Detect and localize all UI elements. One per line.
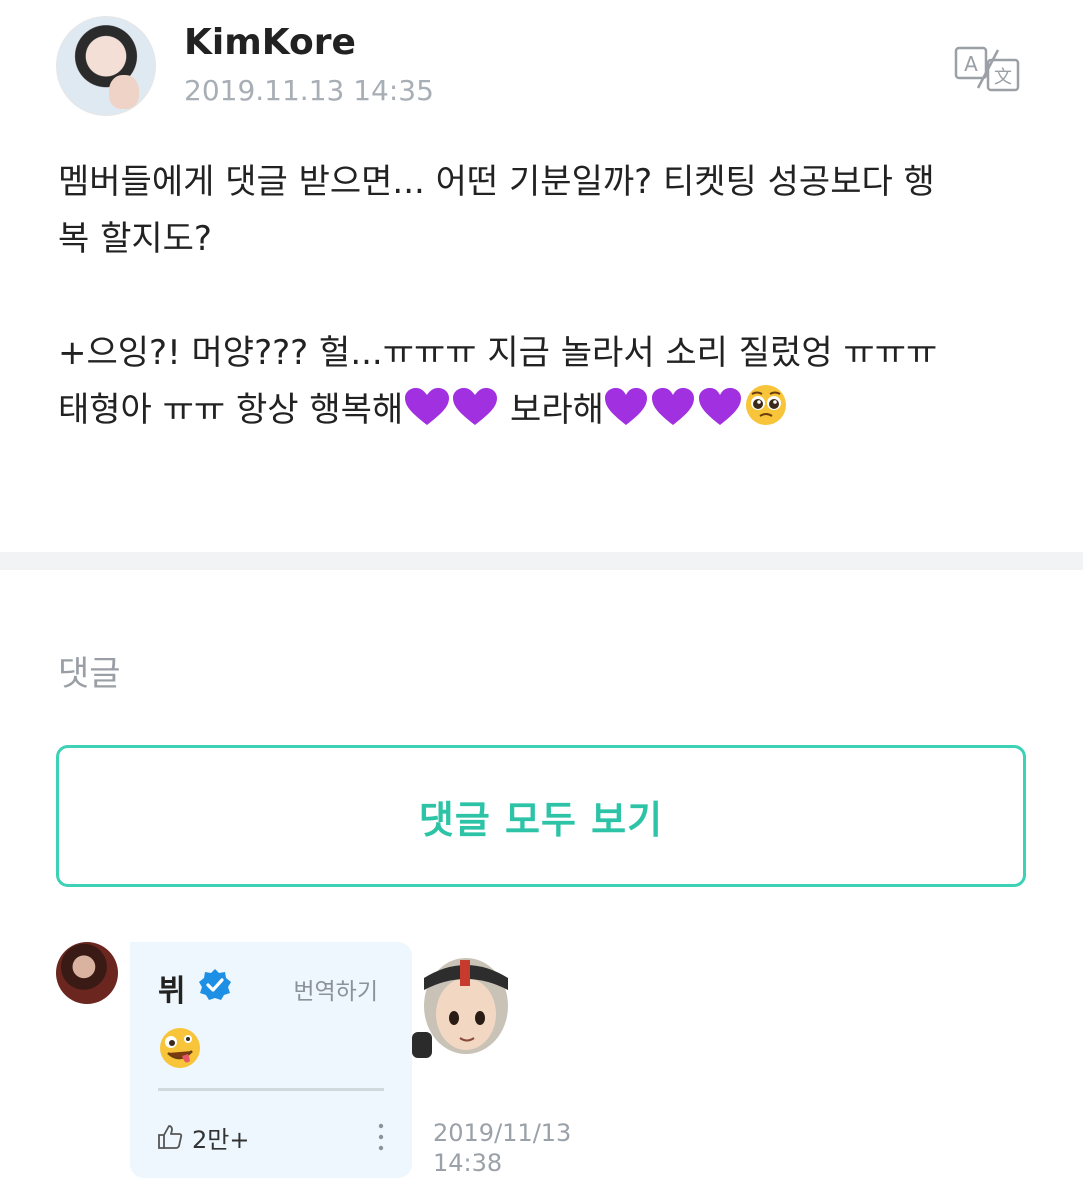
comment-timestamp: 2019/11/13 14:38 [433, 1118, 593, 1178]
comment-bubble: 뷔 번역하기 2만+ [130, 942, 412, 1178]
comment-translate-button[interactable]: 번역하기 [293, 972, 378, 1006]
comment-date: 2019/11/13 [433, 1119, 572, 1147]
like-count: 2만+ [192, 1125, 250, 1154]
post-text-line-with-emoji: 태형아 ㅠㅠ 항상 행복해 보라해 [58, 382, 1038, 445]
post-timestamp: 2019.11.13 14:35 [184, 74, 434, 107]
purple-heart-icon [403, 387, 499, 445]
post-text: 태형아 ㅠㅠ 항상 행복해 [58, 390, 404, 430]
post-text-line: 멤버들에게 댓글 받으면... 어떤 기분일까? 티켓팅 성공보다 행 [58, 162, 935, 202]
like-button[interactable]: 2만+ [156, 1120, 249, 1154]
character-sticker [412, 958, 508, 1058]
svg-text:A: A [964, 52, 978, 76]
post-text-line: 복 할지도? [58, 219, 212, 259]
pleading-face-icon [744, 383, 788, 445]
post-text-line: +으잉?! 머양??? 헐...ㅠㅠㅠ 지금 놀라서 소리 질렀엉 ㅠㅠㅠ [58, 333, 938, 373]
purple-heart-icon [604, 387, 744, 445]
comment-separator [158, 1088, 384, 1091]
more-options-icon[interactable] [376, 1120, 386, 1154]
view-all-comments-button[interactable]: 댓글 모두 보기 [56, 745, 1026, 887]
author-avatar[interactable] [56, 16, 156, 116]
post-body: 멤버들에게 댓글 받으면... 어떤 기분일까? 티켓팅 성공보다 행 복 할지… [58, 154, 1038, 445]
comments-heading: 댓글 [58, 654, 121, 694]
post-text: 보라해 [499, 390, 604, 430]
verified-badge-icon [199, 969, 231, 1000]
svg-text:文: 文 [994, 67, 1012, 88]
post-header: KimKore 2019.11.13 14:35 A 文 [56, 16, 1026, 116]
commenter-avatar[interactable] [56, 942, 118, 1004]
translate-icon[interactable]: A 文 [954, 46, 1022, 92]
section-divider [0, 552, 1083, 570]
author-name[interactable]: KimKore [184, 22, 356, 63]
thumbs-up-icon [158, 1125, 183, 1149]
commenter-name[interactable]: 뷔 [158, 966, 186, 1010]
zany-face-emoji-icon [160, 1028, 200, 1068]
comment-time: 14:38 [433, 1149, 503, 1177]
